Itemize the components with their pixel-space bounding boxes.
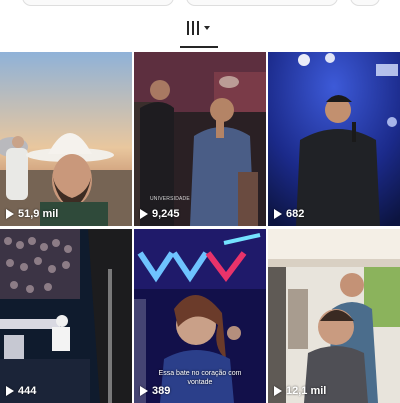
reel-preview-image (0, 52, 132, 226)
profile-button[interactable] (22, 0, 174, 6)
reel-thumbnail[interactable]: 682 (268, 52, 400, 226)
play-icon (274, 386, 282, 396)
add-button[interactable] (350, 0, 380, 6)
view-count-label: 51,9 mil (18, 208, 59, 220)
play-icon (274, 209, 282, 219)
watermark-text: UNIVERSIDADE (150, 196, 190, 202)
view-count-label: 389 (152, 385, 171, 397)
reels-grid: 51,9 mil UNIVERSIDADE 9,245 682 444 Essa… (0, 52, 400, 403)
reel-thumbnail[interactable]: Essa bate no coração com vontade 389 (134, 229, 266, 403)
view-count-label: 9,245 (152, 208, 180, 220)
view-count: 682 (274, 208, 304, 220)
active-tab-indicator (180, 46, 218, 48)
reel-thumbnail[interactable]: 12,1 mil (268, 229, 400, 403)
reel-thumbnail[interactable]: 444 (0, 229, 132, 403)
view-count: 12,1 mil (274, 385, 326, 397)
profile-button[interactable] (186, 0, 338, 6)
top-bar (0, 0, 400, 48)
reel-thumbnail[interactable]: UNIVERSIDADE 9,245 (134, 52, 266, 226)
play-icon (6, 209, 14, 219)
reel-caption: Essa bate no coração com vontade (158, 370, 242, 386)
reel-preview-image (268, 52, 400, 226)
play-icon (140, 386, 148, 396)
reels-grid-icon (187, 21, 199, 35)
view-count-label: 444 (18, 385, 37, 397)
view-count: 9,245 (140, 208, 180, 220)
reel-thumbnail[interactable]: 51,9 mil (0, 52, 132, 226)
chevron-down-icon (204, 26, 210, 30)
view-count: 444 (6, 385, 36, 397)
view-count-label: 682 (286, 208, 305, 220)
play-icon (140, 209, 148, 219)
reel-preview-image (0, 229, 132, 403)
view-count: 51,9 mil (6, 208, 58, 220)
play-icon (6, 386, 14, 396)
view-count-label: 12,1 mil (286, 385, 327, 397)
view-count: 389 (140, 385, 170, 397)
reels-tab[interactable] (187, 20, 217, 36)
reel-preview-image (268, 229, 400, 403)
